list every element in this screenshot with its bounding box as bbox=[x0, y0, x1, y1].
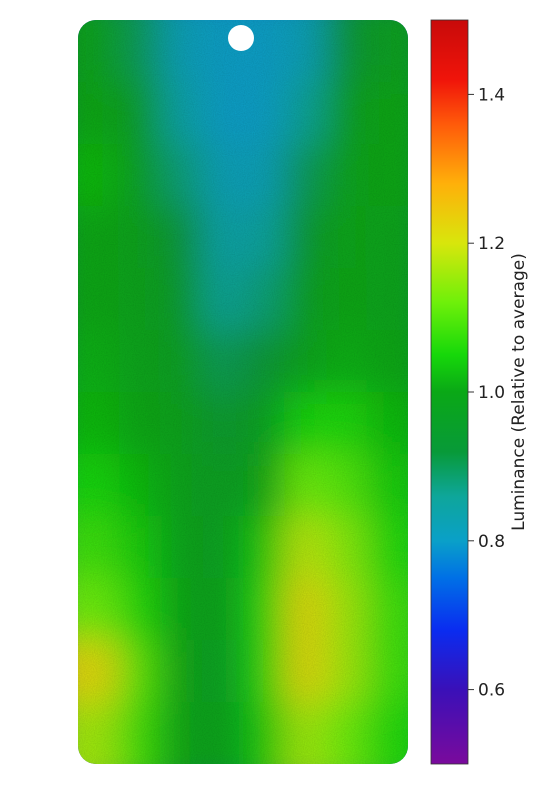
colorbar-tick-label: 1.4 bbox=[478, 85, 505, 105]
figure-svg: 0.6 0.8 1.0 1.2 1.4 Luminance (Relative to a… bbox=[78, 19, 529, 765]
luminance-heatmap-figure: 0.6 0.8 1.0 1.2 1.4 Luminance (Relative to a… bbox=[0, 0, 550, 786]
camera-hole bbox=[228, 25, 254, 51]
panel-noise bbox=[78, 20, 408, 764]
colorbar-tick-label: 1.2 bbox=[478, 234, 505, 254]
colorbar-gradient bbox=[430, 19, 469, 765]
colorbar-tick-label: 1.0 bbox=[478, 383, 505, 403]
colorbar-tick-label: 0.6 bbox=[478, 681, 505, 701]
colorbar-label: Luminance (Relative to average) bbox=[509, 253, 529, 531]
colorbar: 0.6 0.8 1.0 1.2 1.4 Luminance (Relative to a… bbox=[430, 19, 529, 765]
colorbar-tick-label: 0.8 bbox=[478, 532, 505, 552]
colorbar-ticks: 0.6 0.8 1.0 1.2 1.4 bbox=[468, 85, 505, 701]
display-panel-heatmap bbox=[78, 20, 408, 764]
